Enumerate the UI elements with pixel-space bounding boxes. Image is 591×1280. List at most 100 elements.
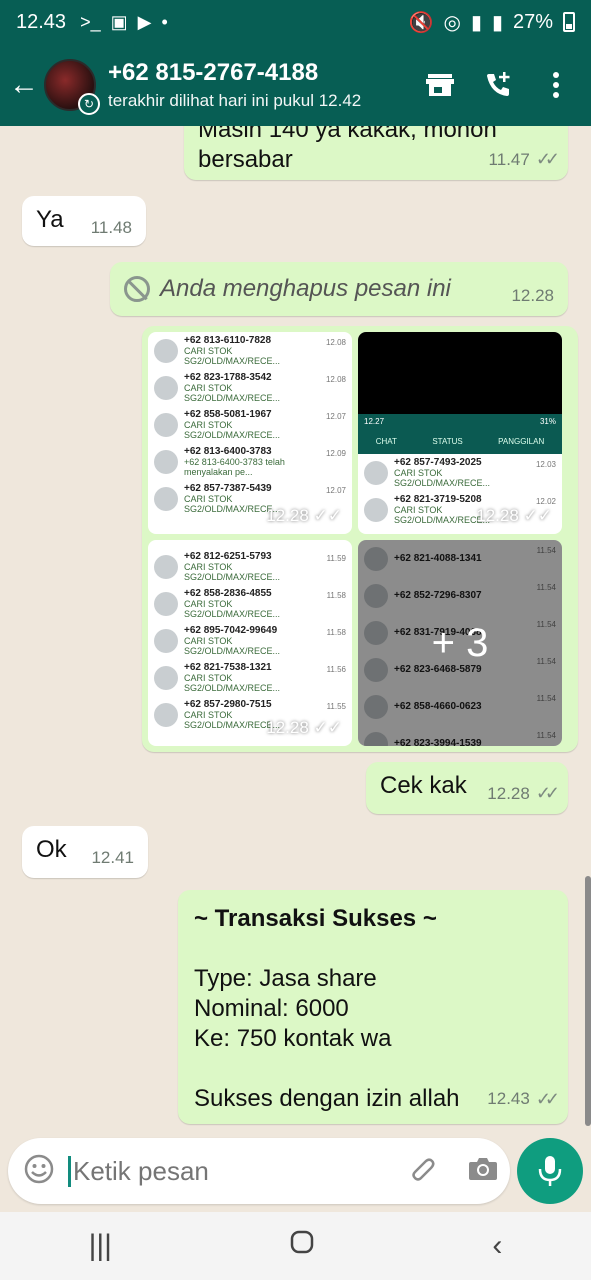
timestamp: 12.07 xyxy=(325,412,346,421)
youtube-icon: ▶ xyxy=(137,11,152,32)
mute-icon: 🔇 xyxy=(408,11,434,34)
voice-record-button[interactable] xyxy=(517,1138,583,1204)
home-icon[interactable] xyxy=(289,1229,315,1263)
attach-icon[interactable] xyxy=(408,1154,438,1189)
avatar xyxy=(154,449,178,474)
contact-number: +62 813-6400-3783 xyxy=(184,446,272,457)
message-time: 11.48 xyxy=(90,218,132,237)
contact-number: +62 821-3719-5208 xyxy=(394,494,482,505)
message-time: 12.41 xyxy=(91,848,134,867)
status-time: 12.43 xyxy=(16,10,67,33)
timestamp: 12.09 xyxy=(325,449,346,458)
avatar xyxy=(154,591,178,616)
camera-icon[interactable] xyxy=(468,1156,498,1187)
battery-percent: 27% xyxy=(512,10,553,33)
contact-info[interactable]: +62 815-2767-4188 terakhir dilihat hari … xyxy=(108,59,425,111)
media-image[interactable]: 12.27 31% CHAT STATUS PANGGILAN +62 857-749… xyxy=(358,332,562,534)
shop-icon[interactable] xyxy=(425,70,455,100)
avatar xyxy=(154,486,178,511)
contact-number: +62 895-7042-99649 xyxy=(184,625,278,636)
recent-apps-icon[interactable]: ||| xyxy=(89,1229,112,1263)
contact-name: +62 815-2767-4188 xyxy=(108,59,319,86)
message-text: Masih 140 ya kakak, mohon xyxy=(198,126,497,143)
sync-icon: ↻ xyxy=(78,93,100,115)
contact-number: +62 857-7387-5439 xyxy=(184,483,272,494)
avatar xyxy=(154,338,178,363)
list-item: +62 821-7538-1321 CARI STOK SG2/OLD/MAX/R… xyxy=(148,659,352,696)
last-message: CARI STOK SG2/OLD/MAX/RECE... xyxy=(184,420,281,440)
message-incoming[interactable]: Ok 12.41 xyxy=(22,826,148,878)
message-composer xyxy=(8,1138,510,1204)
avatar xyxy=(154,702,178,727)
chat-area[interactable]: Masih 140 ya kakak, mohon bersabar 11.47… xyxy=(0,126,591,1136)
dot-icon: • xyxy=(161,11,168,32)
contact-number: +62 823-1788-3542 xyxy=(184,372,272,383)
terminal-icon: >_ xyxy=(80,11,101,32)
emoji-icon[interactable] xyxy=(24,1154,54,1189)
deleted-icon xyxy=(124,276,150,302)
message-deleted[interactable]: Anda menghapus pesan ini 12.28 xyxy=(110,262,568,316)
system-nav-bar: ||| ‹ xyxy=(0,1212,591,1280)
list-item: +62 895-7042-99649 CARI STOK SG2/OLD/MAX/… xyxy=(148,622,352,659)
last-seen: terakhir dilihat hari ini pukul 12.42 xyxy=(108,91,362,110)
hotspot-icon: ◎ xyxy=(443,11,461,34)
timestamp: 12.02 xyxy=(535,497,556,506)
status-bar: 12.43 >_ ▣ ▶ • 🔇 ◎ ▮ ▮ 27% xyxy=(0,0,591,44)
list-item: +62 813-6110-7828 CARI STOK SG2/OLD/MAX/R… xyxy=(148,332,352,369)
message-time: 11.47 xyxy=(488,149,530,169)
last-message: CARI STOK SG2/OLD/MAX/RECE... xyxy=(394,468,491,488)
read-ticks-icon: ✓✓ xyxy=(535,149,560,169)
avatar xyxy=(154,628,178,653)
message-incoming[interactable]: Ya 11.48 xyxy=(22,196,146,246)
media-time: 12.28 ✓✓ xyxy=(476,506,552,525)
contact-number: +62 813-6110-7828 xyxy=(184,335,272,346)
timestamp: 12.03 xyxy=(535,460,556,469)
image-icon: ▣ xyxy=(110,11,128,32)
message-title: ~ Transaksi Sukses ~ xyxy=(194,905,437,932)
read-ticks-icon: ✓✓ xyxy=(535,783,560,803)
media-image-more[interactable]: +62 821-4088-1341 11.54 +62 852-7296-8307 1… xyxy=(358,540,562,746)
last-message: CARI STOK SG2/OLD/MAX/RECE... xyxy=(184,636,281,656)
message-outgoing[interactable]: ~ Transaksi Sukses ~ Type: Jasa share No… xyxy=(178,890,568,1124)
avatar xyxy=(154,554,178,579)
list-item: +62 813-6400-3783 +62 813-6400-3783 telah… xyxy=(148,443,352,480)
message-text: Ya xyxy=(36,206,64,233)
mic-icon xyxy=(538,1156,562,1186)
list-item: +62 858-5081-1967 CARI STOK SG2/OLD/MAX/R… xyxy=(148,406,352,443)
message-input[interactable] xyxy=(68,1155,408,1187)
media-time: 12.28 ✓✓ xyxy=(266,718,342,737)
list-item: +62 823-1788-3542 CARI STOK SG2/OLD/MAX/R… xyxy=(148,369,352,406)
timestamp: 11.58 xyxy=(326,591,346,600)
avatar xyxy=(364,460,388,485)
last-message: CARI STOK SG2/OLD/MAX/RECE... xyxy=(184,673,281,693)
list-item: +62 857-7493-2025 CARI STOK SG2/OLD/MAX/R… xyxy=(358,454,562,491)
read-ticks-icon: ✓✓ xyxy=(535,1089,560,1109)
timestamp: 12.07 xyxy=(325,486,346,495)
more-media-overlay[interactable]: + 3 xyxy=(358,540,562,746)
last-message: CARI STOK SG2/OLD/MAX/RECE... xyxy=(184,599,281,619)
message-outgoing[interactable]: Masih 140 ya kakak, mohon bersabar 11.47… xyxy=(184,126,568,180)
contact-avatar[interactable]: ↻ xyxy=(44,59,100,115)
message-text: Type: Jasa share xyxy=(194,965,377,992)
media-image[interactable]: +62 813-6110-7828 CARI STOK SG2/OLD/MAX/R… xyxy=(148,332,352,534)
back-icon[interactable]: ‹ xyxy=(492,1229,502,1263)
last-message: CARI STOK SG2/OLD/MAX/RECE... xyxy=(184,562,281,582)
contact-number: +62 821-7538-1321 xyxy=(184,662,272,673)
avatar xyxy=(154,665,178,690)
avatar xyxy=(154,375,178,400)
back-arrow-icon[interactable]: ← xyxy=(4,68,44,102)
last-message: CARI STOK SG2/OLD/MAX/RECE... xyxy=(184,346,281,366)
battery-icon xyxy=(563,12,575,32)
more-count: + 3 xyxy=(431,620,489,665)
timestamp: 12.08 xyxy=(325,338,346,347)
message-outgoing[interactable]: Cek kak 12.28 ✓✓ xyxy=(366,762,568,814)
media-image[interactable]: +62 812-6251-5793 CARI STOK SG2/OLD/MAX/R… xyxy=(148,540,352,746)
contact-number: +62 858-2836-4855 xyxy=(184,588,272,599)
more-options-icon[interactable] xyxy=(541,70,571,100)
message-text: Ok xyxy=(36,836,67,863)
contact-number: +62 857-7493-2025 xyxy=(394,457,482,468)
media-album[interactable]: +62 813-6110-7828 CARI STOK SG2/OLD/MAX/R… xyxy=(142,326,578,752)
scrollbar[interactable] xyxy=(585,876,591,1126)
add-call-icon[interactable] xyxy=(483,70,513,100)
message-text: Ke: 750 kontak wa xyxy=(194,1025,392,1052)
